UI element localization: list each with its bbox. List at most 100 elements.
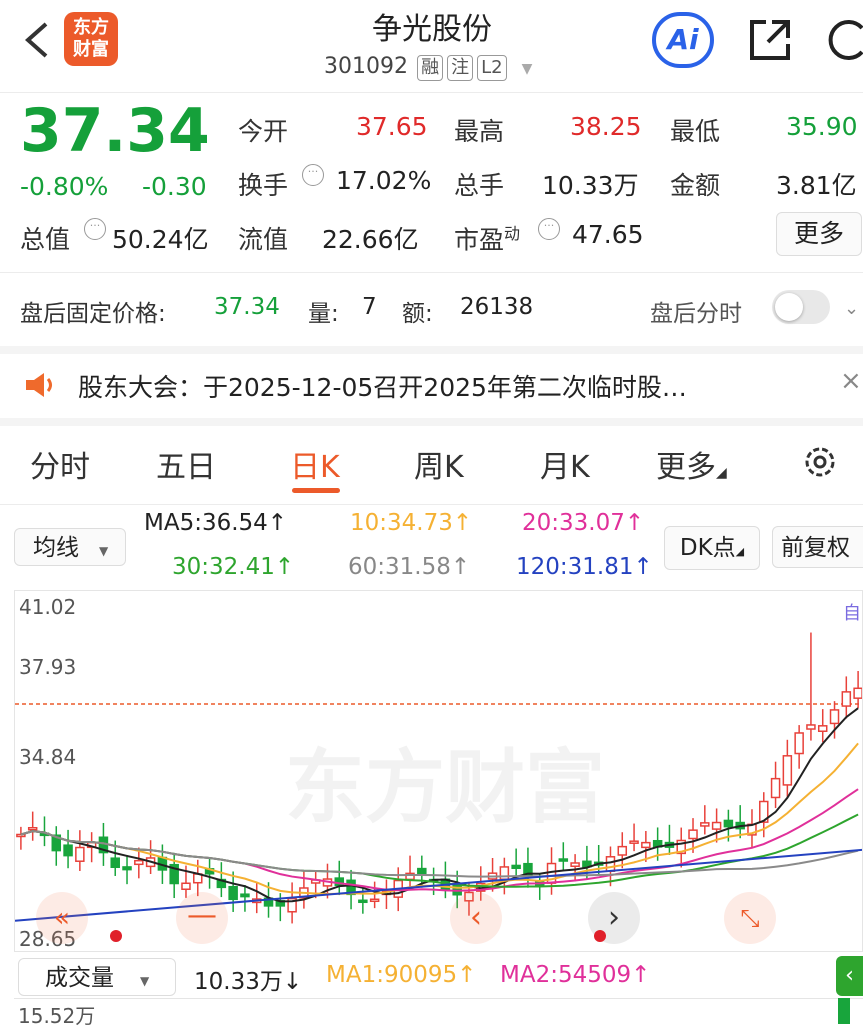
candle-body: [700, 822, 710, 827]
candle-body: [16, 833, 26, 838]
tab-daily-k[interactable]: 日K: [290, 442, 340, 486]
candle-body: [75, 846, 85, 862]
candle-body: [499, 866, 510, 880]
candle-body: [688, 829, 698, 840]
volume-collapse-button[interactable]: ‹: [836, 956, 863, 996]
after-hours-amt-label: 额:: [402, 301, 433, 327]
candle-body: [181, 882, 191, 890]
marker-dot: [110, 930, 122, 942]
info-icon[interactable]: ···: [84, 218, 106, 240]
forward-adjust-button[interactable]: 前复权: [772, 526, 863, 568]
ai-button[interactable]: Ai: [652, 12, 714, 68]
ai-label: Ai: [667, 23, 699, 56]
tag-registered: 注: [447, 55, 474, 81]
after-hours-amt: 26138: [460, 294, 534, 320]
candle-body: [770, 777, 781, 799]
pe-sup: 动: [504, 224, 521, 243]
side-label: 自: [843, 603, 861, 624]
stock-code: 301092: [324, 54, 408, 79]
tab-monthly-k[interactable]: 月K: [540, 442, 590, 486]
y-label-top: 41.02: [19, 595, 77, 619]
dk-point-button[interactable]: DK点◢: [664, 526, 760, 570]
candle-body: [806, 724, 816, 730]
share-button[interactable]: [746, 16, 794, 68]
after-hours-price: 37.34: [214, 294, 280, 320]
active-tab-indicator: [292, 488, 340, 493]
volume-selector[interactable]: 成交量 ▼: [18, 958, 176, 996]
candle-body: [853, 687, 862, 699]
toggle-knob: [775, 293, 803, 321]
low-label: 最低: [670, 117, 721, 146]
pe-label: 市盈动: [454, 220, 520, 256]
candle-body: [723, 819, 734, 828]
y-label-3: 34.84: [19, 745, 77, 769]
dk-button-label: DK点: [679, 535, 736, 561]
ma-selector-label: 均线: [33, 535, 79, 561]
tab-five-day[interactable]: 五日: [156, 442, 216, 486]
candle-body: [228, 885, 238, 901]
tag-margin: 融: [417, 55, 444, 81]
expand-icon[interactable]: ⤡: [724, 892, 776, 944]
zoom-out-button[interactable]: —: [176, 892, 228, 944]
y-label-2: 37.93: [19, 655, 77, 679]
volume-value: 10.33万: [542, 171, 639, 200]
ma5-line: [20, 707, 859, 903]
mktcap-label: 总值: [20, 225, 71, 254]
back-button[interactable]: [20, 18, 54, 62]
turnover-label: 换手: [238, 171, 289, 200]
amount-value: 3.81亿: [776, 171, 857, 200]
ma120-value: 120:31.81↑: [516, 554, 653, 580]
logo-text-1: 东方: [73, 17, 109, 38]
tab-weekly-k[interactable]: 周K: [414, 442, 464, 486]
refresh-button[interactable]: [822, 16, 863, 68]
chevron-down-icon[interactable]: ▼: [522, 61, 533, 77]
turnover-value: 17.02%: [336, 166, 432, 195]
candle-body: [841, 691, 852, 707]
volume-bar-latest: [838, 998, 850, 1024]
after-hours-toggle[interactable]: [772, 290, 830, 324]
eastmoney-logo: 东方 财富: [64, 12, 118, 66]
ma5-value: MA5:36.54↑: [144, 510, 288, 536]
volume-value: 10.33万↓: [194, 969, 303, 995]
current-price: 37.34: [20, 96, 210, 166]
after-hours-qty-label: 量:: [308, 301, 339, 327]
ma10-line: [20, 742, 859, 895]
pe-value: 47.65: [572, 220, 644, 249]
low-value: 35.90: [786, 112, 858, 141]
more-button[interactable]: 更多: [776, 212, 862, 256]
volume-ma1: MA1:90095↑: [326, 962, 477, 988]
candle-body: [570, 862, 580, 867]
scroll-left-fast-button[interactable]: «: [36, 892, 88, 944]
info-icon[interactable]: ···: [302, 164, 324, 186]
scroll-left-button[interactable]: ‹: [450, 892, 502, 944]
tab-more[interactable]: 更多◢: [656, 442, 727, 486]
close-icon[interactable]: ×: [840, 366, 862, 396]
chevron-left-icon: [24, 22, 48, 58]
candle-body: [711, 821, 722, 830]
candle-body: [63, 844, 73, 857]
volume-selector-label: 成交量: [45, 965, 114, 991]
tab-more-label: 更多: [656, 450, 716, 485]
candle-body: [110, 857, 120, 869]
share-icon: [750, 20, 790, 60]
stock-name: 争光股份: [372, 12, 492, 47]
after-hours-price-label: 盘后固定价格:: [20, 301, 166, 327]
notice-text[interactable]: 股东大会：于2025-12-05召开2025年第二次临时股…: [78, 368, 818, 404]
refresh-icon: [828, 20, 863, 60]
open-label: 今开: [238, 117, 289, 146]
info-icon[interactable]: ···: [538, 218, 560, 240]
high-value: 38.25: [570, 112, 642, 141]
tab-timeshare[interactable]: 分时: [30, 442, 90, 486]
candle-body: [629, 840, 639, 844]
tag-l2: L2: [477, 55, 507, 81]
candle-body: [511, 864, 521, 870]
candle-body: [369, 898, 380, 903]
amount-label: 金额: [670, 171, 721, 200]
after-hours-timeshare-label: 盘后分时: [650, 301, 742, 327]
candle-body: [27, 826, 38, 831]
settings-button[interactable]: [800, 442, 840, 486]
candle-body: [641, 841, 651, 849]
change-percent: -0.80%: [20, 172, 109, 201]
chevron-down-icon[interactable]: ⌄: [844, 298, 859, 319]
ma-selector[interactable]: 均线 ▼: [14, 528, 126, 566]
